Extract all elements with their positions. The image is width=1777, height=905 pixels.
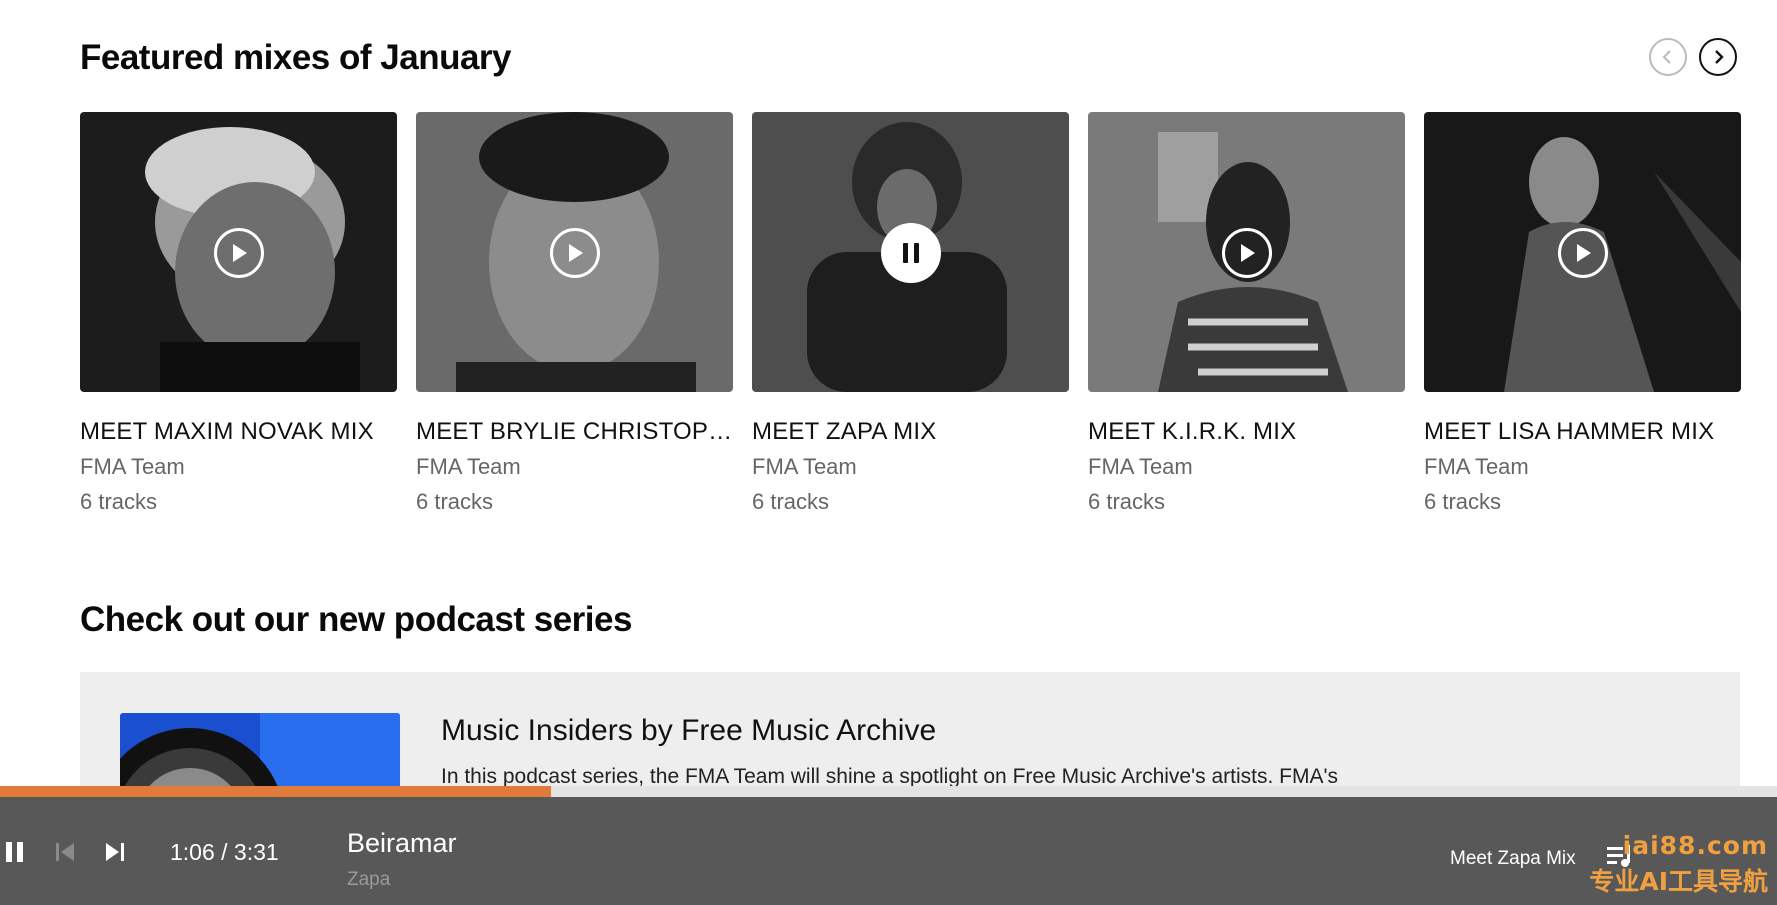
mix-track-count: 6 tracks — [80, 489, 158, 514]
watermark: iai88.com 专业AI工具导航 — [1538, 831, 1768, 898]
play-icon — [233, 244, 247, 262]
mix-curator[interactable]: FMA Team — [1088, 454, 1405, 480]
playback-progress-bar[interactable] — [0, 786, 1777, 797]
featured-mixes-carousel: MEET MAXIM NOVAK MIX FMA Team 6 tracks M… — [80, 112, 1741, 522]
mix-card[interactable]: MEET LISA HAMMER MIX FMA Team 6 tracks — [1424, 112, 1741, 515]
podcast-heading[interactable]: Music Insiders by Free Music Archive — [441, 714, 936, 748]
mix-title[interactable]: MEET MAXIM NOVAK MIX — [80, 418, 397, 446]
podcast-card[interactable]: Music Insiders by Free Music Archive In … — [80, 672, 1740, 792]
mix-cover-image[interactable] — [1424, 112, 1741, 392]
now-playing-title[interactable]: Beiramar — [347, 828, 457, 859]
next-track-button[interactable] — [102, 839, 128, 865]
carousel-next-button[interactable] — [1699, 38, 1737, 76]
mix-cover-image[interactable] — [752, 112, 1069, 392]
carousel-prev-button[interactable] — [1649, 38, 1687, 76]
mix-title[interactable]: MEET K.I.R.K. MIX — [1088, 418, 1405, 446]
mix-cover-image[interactable] — [416, 112, 733, 392]
mix-track-count: 6 tracks — [1088, 489, 1166, 514]
mix-title[interactable]: MEET LISA HAMMER MIX — [1424, 418, 1741, 446]
mix-cover-image[interactable] — [1088, 112, 1405, 392]
previous-track-button[interactable] — [52, 839, 78, 865]
mix-card[interactable]: MEET ZAPA MIX FMA Team 6 tracks — [752, 112, 1069, 515]
pause-icon — [6, 842, 23, 862]
featured-section-title: Featured mixes of January — [80, 38, 512, 77]
mix-curator[interactable]: FMA Team — [1424, 454, 1741, 480]
mix-card[interactable]: MEET K.I.R.K. MIX FMA Team 6 tracks — [1088, 112, 1405, 515]
mix-curator[interactable]: FMA Team — [416, 454, 733, 480]
watermark-line-1: iai88.com — [1622, 831, 1768, 860]
mix-card[interactable]: MEET BRYLIE CHRISTOPHER MIX FMA Team 6 t… — [416, 112, 733, 515]
playback-time: 1:06 / 3:31 — [170, 839, 279, 865]
playback-progress-fill — [0, 786, 551, 797]
watermark-line-2: 专业AI工具导航 — [1589, 867, 1768, 896]
play-button[interactable] — [214, 228, 264, 278]
mix-title[interactable]: MEET ZAPA MIX — [752, 418, 1069, 446]
play-icon — [1577, 244, 1591, 262]
play-icon — [1241, 244, 1255, 262]
chevron-right-icon — [1715, 50, 1724, 64]
player-pause-button[interactable] — [2, 839, 28, 865]
mix-curator[interactable]: FMA Team — [80, 454, 397, 480]
now-playing-artist[interactable]: Zapa — [347, 869, 390, 891]
mix-curator[interactable]: FMA Team — [752, 454, 1069, 480]
podcast-cover-image[interactable] — [120, 713, 400, 792]
pause-button[interactable] — [881, 223, 941, 283]
vinyl-record-image — [120, 713, 400, 792]
chevron-left-icon — [1662, 50, 1671, 64]
mix-card[interactable]: MEET MAXIM NOVAK MIX FMA Team 6 tracks — [80, 112, 397, 515]
podcast-section-title: Check out our new podcast series — [80, 600, 632, 639]
mix-track-count: 6 tracks — [752, 489, 830, 514]
play-button[interactable] — [1558, 228, 1608, 278]
mix-track-count: 6 tracks — [416, 489, 494, 514]
skip-next-icon — [106, 843, 124, 861]
play-button[interactable] — [550, 228, 600, 278]
play-icon — [569, 244, 583, 262]
mix-track-count: 6 tracks — [1424, 489, 1502, 514]
pause-icon — [903, 243, 919, 263]
mix-title[interactable]: MEET BRYLIE CHRISTOPHER MIX — [416, 418, 733, 446]
skip-previous-icon — [56, 843, 74, 861]
mix-cover-image[interactable] — [80, 112, 397, 392]
audio-player-bar: 1:06 / 3:31 Beiramar Zapa Meet Zapa Mix … — [0, 797, 1777, 905]
play-button[interactable] — [1222, 228, 1272, 278]
